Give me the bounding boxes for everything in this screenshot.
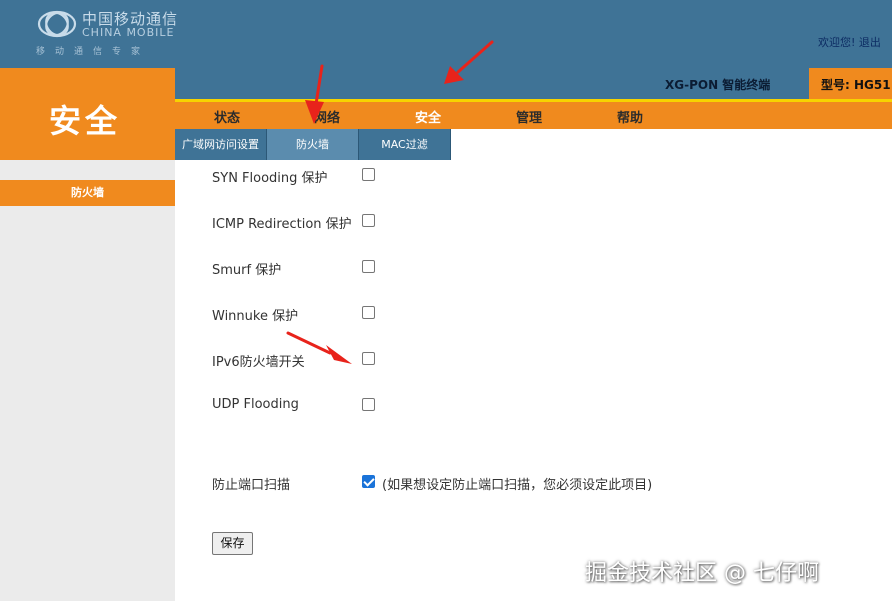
user-links: 欢迎您! 退出 [818, 34, 881, 50]
section-heading-block: 安全 [0, 68, 175, 160]
nav-item-network[interactable]: 网络 [314, 107, 340, 126]
option-row-icmp-redirection: ICMP Redirection 保护 [175, 211, 675, 232]
option-row-winnuke: Winnuke 保护 [175, 303, 675, 324]
brand-en-name: CHINA MOBILE [82, 26, 175, 39]
option-label-icmp-redirection: ICMP Redirection 保护 [212, 217, 352, 232]
checkbox-winnuke[interactable] [362, 306, 375, 319]
option-row-ipv6-firewall: IPv6防火墙开关 [175, 349, 675, 370]
checkbox-ipv6-firewall[interactable] [362, 352, 375, 365]
option-label-syn-flooding: SYN Flooding 保护 [212, 171, 328, 186]
checkbox-syn-flooding[interactable] [362, 168, 375, 181]
title-strip: XG-PON 智能终端 型号: HG51 [175, 68, 892, 99]
china-mobile-logo-icon [37, 10, 77, 38]
option-row-syn-flooding: SYN Flooding 保护 [175, 165, 675, 186]
option-row-port-scan: 防止端口扫描 (如果想设定防止端口扫描，您必须设定此项目) [175, 472, 695, 493]
option-row-smurf: Smurf 保护 [175, 257, 675, 278]
china-mobile-logo: 中国移动通信 CHINA MOBILE 移动通信专家 [36, 6, 196, 60]
welcome-text: 欢迎您! [818, 36, 856, 49]
option-row-udp-flooding: UDP Flooding [175, 395, 675, 415]
section-title: 安全 [48, 102, 121, 140]
port-scan-note: (如果想设定防止端口扫描，您必须设定此项目) [382, 478, 653, 493]
checkbox-port-scan[interactable] [362, 475, 375, 488]
option-label-port-scan: 防止端口扫描 [212, 478, 291, 493]
nav-item-security[interactable]: 安全 [415, 107, 441, 126]
checkbox-icmp-redirection[interactable] [362, 214, 375, 227]
tab-wan-access[interactable]: 广域网访问设置 [175, 129, 267, 160]
model-box: 型号: HG51 [809, 68, 892, 99]
nav-item-status[interactable]: 状态 [214, 107, 240, 126]
header-bar: 中国移动通信 CHINA MOBILE 移动通信专家 欢迎您! 退出 [0, 0, 892, 68]
option-label-ipv6-firewall: IPv6防火墙开关 [212, 355, 305, 370]
sidebar-item-firewall[interactable]: 防火墙 [0, 180, 175, 206]
checkbox-udp-flooding[interactable] [362, 398, 375, 411]
checkbox-smurf[interactable] [362, 260, 375, 273]
save-button[interactable]: 保存 [212, 532, 253, 555]
model-label: 型号: HG51 [821, 78, 891, 92]
logout-link[interactable]: 退出 [859, 36, 881, 49]
brand-slogan: 移动通信专家 [36, 47, 151, 57]
nav-item-management[interactable]: 管理 [516, 107, 542, 126]
sub-nav: 广域网访问设置 防火墙 MAC过滤 [175, 129, 892, 160]
main-nav: 状态 网络 安全 管理 帮助 [175, 102, 892, 129]
option-label-udp-flooding: UDP Flooding [212, 397, 299, 412]
nav-item-help[interactable]: 帮助 [617, 107, 643, 126]
tab-mac-filter[interactable]: MAC过滤 [359, 129, 451, 160]
tab-firewall[interactable]: 防火墙 [267, 129, 359, 160]
option-label-smurf: Smurf 保护 [212, 263, 282, 278]
option-label-winnuke: Winnuke 保护 [212, 309, 299, 324]
product-name: XG-PON 智能终端 [665, 78, 771, 92]
watermark-text: 掘金技术社区 @ 七仔啊 [585, 561, 819, 586]
firewall-settings-panel: SYN Flooding 保护 ICMP Redirection 保护 Smur… [175, 160, 892, 601]
sidebar: 防火墙 [0, 160, 175, 601]
